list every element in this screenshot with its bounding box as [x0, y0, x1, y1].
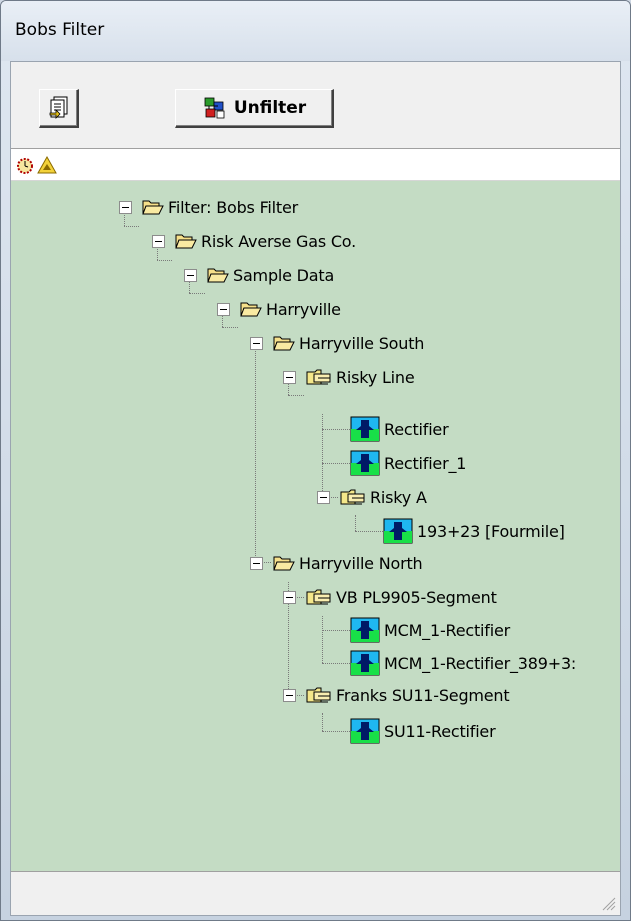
tree-node-label: Harryville South: [299, 333, 425, 353]
tree-line: [322, 713, 323, 731]
window-title: Bobs Filter: [15, 20, 105, 40]
folder-open-icon: [207, 268, 229, 283]
folder-open-icon: [142, 200, 164, 215]
rectifier-icon: [350, 450, 380, 476]
toolbar: Unfilter: [11, 62, 620, 149]
tree-line: [355, 531, 383, 532]
pipeline-folder-icon: [306, 687, 331, 703]
collapse-toggle[interactable]: [250, 336, 263, 350]
filter-tree[interactable]: Filter: Bobs Filter Risk Averse Gas Co. …: [11, 181, 620, 871]
rectifier-icon: [350, 718, 380, 744]
tree-line: [322, 429, 350, 430]
tree-line: [222, 327, 238, 328]
collapse-toggle[interactable]: [152, 234, 165, 248]
tree-node-label: Harryville North: [299, 553, 423, 573]
folder-open-icon: [175, 234, 197, 249]
tree-node-label: VB PL9905-Segment: [336, 587, 497, 607]
tree-line: [322, 663, 350, 664]
tree-node-harryville[interactable]: Harryville: [217, 295, 341, 323]
tree-node-label: 193+23 [Fourmile]: [417, 521, 565, 541]
tree-line: [255, 347, 256, 562]
properties-button[interactable]: [39, 89, 79, 128]
folder-open-icon: [273, 336, 295, 351]
tree-line: [322, 463, 350, 464]
collapse-toggle[interactable]: [184, 268, 197, 282]
tree-node-label: Franks SU11-Segment: [336, 685, 510, 705]
properties-icon: [49, 96, 67, 119]
tree-node-rectifier-1[interactable]: Rectifier_1: [350, 449, 466, 477]
collapse-toggle[interactable]: [283, 590, 296, 604]
tree-line: [157, 260, 172, 261]
filter-window: Bobs Filter Unfilter Filter: Bobs Filter…: [0, 0, 631, 921]
tree-line: [288, 395, 304, 396]
tree-node-company[interactable]: Risk Averse Gas Co.: [152, 227, 356, 255]
rectifier-icon: [350, 650, 380, 676]
pipeline-folder-icon: [340, 489, 365, 505]
collapse-toggle[interactable]: [119, 200, 132, 214]
collapse-toggle[interactable]: [317, 490, 330, 504]
tree-node-label: Risky A: [370, 487, 427, 507]
unfilter-icon: [204, 97, 225, 119]
tree-node-label: Rectifier_1: [384, 453, 467, 473]
tree-node-label: MCM_1-Rectifier_389+3:: [384, 653, 577, 673]
unfilter-button[interactable]: Unfilter: [175, 89, 334, 128]
pipeline-folder-icon: [306, 589, 331, 605]
folder-open-icon: [240, 302, 262, 317]
collapse-toggle[interactable]: [283, 370, 296, 384]
tree-node-label: Sample Data: [233, 265, 335, 285]
resize-grip-icon[interactable]: [600, 895, 616, 911]
collapse-toggle[interactable]: [217, 302, 230, 316]
rectifier-icon: [350, 617, 380, 643]
tree-node-su11-rectifier[interactable]: SU11-Rectifier: [350, 717, 496, 745]
tree-node-193-23[interactable]: 193+23 [Fourmile]: [383, 517, 565, 545]
status-icons-bar: [11, 149, 620, 181]
tree-node-mcm-1-rectifier[interactable]: MCM_1-Rectifier: [350, 616, 510, 644]
alarm-icon[interactable]: [15, 155, 35, 175]
tree-node-label: Harryville: [266, 299, 341, 319]
client-area: Unfilter Filter: Bobs Filter Risk Averse…: [10, 61, 621, 916]
tree-line: [189, 293, 205, 294]
title-bar[interactable]: Bobs Filter: [1, 1, 630, 61]
pipeline-folder-icon: [306, 369, 331, 385]
tree-node-mcm-1-rectifier-389[interactable]: MCM_1-Rectifier_389+3:: [350, 649, 576, 677]
tree-line: [355, 515, 356, 531]
tree-node-label: Risky Line: [336, 367, 415, 387]
warning-icon[interactable]: [37, 155, 57, 175]
tree-node-label: MCM_1-Rectifier: [384, 620, 510, 640]
collapse-toggle[interactable]: [283, 688, 296, 702]
tree-line: [124, 226, 139, 227]
tree-node-harryville-north[interactable]: Harryville North: [250, 549, 423, 577]
tree-line: [322, 731, 350, 732]
tree-node-rectifier[interactable]: Rectifier: [350, 415, 449, 443]
tree-node-risky-line[interactable]: Risky Line: [283, 363, 415, 391]
tree-node-risky-a[interactable]: Risky A: [317, 483, 427, 511]
rectifier-icon: [383, 518, 413, 544]
tree-node-label: Filter: Bobs Filter: [168, 197, 298, 217]
status-bar: [11, 871, 620, 915]
tree-line: [322, 616, 323, 663]
folder-open-icon: [273, 556, 295, 571]
tree-line: [322, 630, 350, 631]
tree-node-vb-pl9905[interactable]: VB PL9905-Segment: [283, 583, 497, 611]
tree-node-label: SU11-Rectifier: [384, 721, 496, 741]
tree-node-harryville-south[interactable]: Harryville South: [250, 329, 424, 357]
tree-node-franks-su11[interactable]: Franks SU11-Segment: [283, 681, 510, 709]
tree-node-label: Risk Averse Gas Co.: [201, 231, 357, 251]
unfilter-label: Unfilter: [233, 98, 307, 118]
tree-node-label: Rectifier: [384, 419, 449, 439]
tree-node-sample-data[interactable]: Sample Data: [184, 261, 334, 289]
rectifier-icon: [350, 416, 380, 442]
tree-node-filter[interactable]: Filter: Bobs Filter: [119, 193, 298, 221]
collapse-toggle[interactable]: [250, 556, 263, 570]
